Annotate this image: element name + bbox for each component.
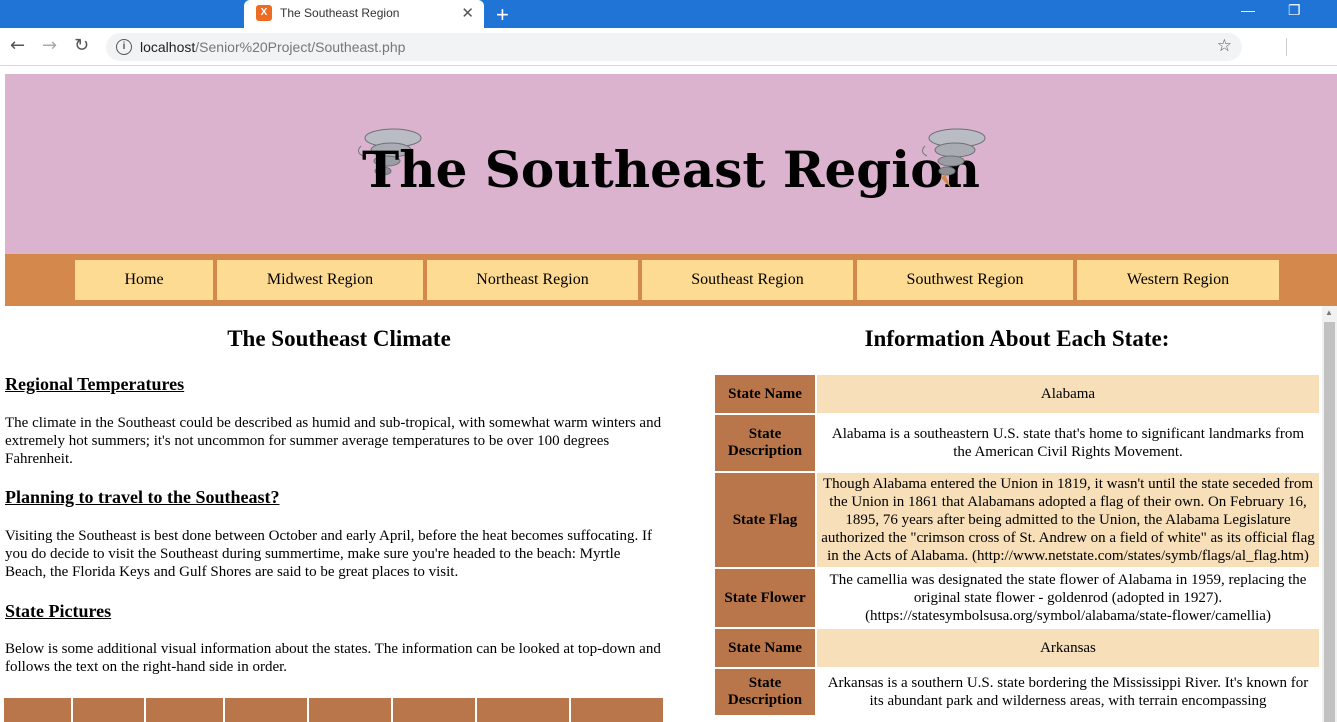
row-label: State Flower — [715, 569, 815, 627]
row-label: State Flag — [715, 473, 815, 567]
restore-window-icon[interactable]: ❐ — [1288, 2, 1301, 19]
row-value: Arkansas is a southern U.S. state border… — [817, 669, 1319, 715]
page-scrollbar[interactable]: ▲ — [1322, 306, 1337, 722]
scrollbar-thumb[interactable] — [1324, 322, 1335, 722]
section-title: Planning to travel to the Southeast? — [5, 487, 280, 507]
address-bar[interactable]: i localhost/Senior%20Project/Southeast.p… — [106, 33, 1242, 61]
row-value: Though Alabama entered the Union in 1819… — [817, 473, 1319, 567]
close-tab-icon[interactable]: ✕ — [461, 4, 474, 22]
region-nav: Home Midwest Region Northeast Region Sou… — [5, 254, 1337, 306]
page-viewport: The Southeast Region Home Midwest Region… — [0, 66, 1337, 722]
row-value: Arkansas — [817, 629, 1319, 667]
page-title: The Southeast Region — [362, 140, 980, 199]
table-row: State Description Arkansas is a southern… — [715, 669, 1319, 715]
scroll-up-arrow-icon[interactable]: ▲ — [1325, 308, 1333, 317]
section-text: Visiting the Southeast is best done betw… — [5, 528, 652, 580]
picture-header-cell: DE — [225, 698, 307, 722]
row-label: State Name — [715, 375, 815, 413]
climate-heading: The Southeast Climate — [227, 326, 451, 351]
toolbar-divider — [1286, 38, 1287, 56]
picture-header-cell: GA — [393, 698, 475, 722]
table-row: State Description Alabama is a southeast… — [715, 415, 1319, 471]
table-row: State Name Alabama — [715, 375, 1319, 413]
nav-southeast-region[interactable]: Southeast Region — [642, 260, 853, 300]
nav-western-region[interactable]: Western Region — [1077, 260, 1279, 300]
row-value: Alabama — [817, 375, 1319, 413]
bookmark-star-icon[interactable]: ☆ — [1217, 36, 1232, 56]
nav-northeast-region[interactable]: Northeast Region — [427, 260, 638, 300]
nav-midwest-region[interactable]: Midwest Region — [217, 260, 423, 300]
picture-header-cell: LA — [571, 698, 663, 722]
picture-header-cell — [4, 698, 71, 722]
url-text[interactable]: localhost/Senior%20Project/Southeast.php — [140, 39, 405, 55]
minimize-window-icon[interactable]: — — [1241, 2, 1255, 18]
row-label: State Description — [715, 669, 815, 715]
section-text: The climate in the Southeast could be de… — [5, 415, 662, 467]
row-value: The camellia was designated the state fl… — [817, 569, 1319, 627]
section-title: State Pictures — [5, 601, 112, 621]
row-value: Alabama is a southeastern U.S. state tha… — [817, 415, 1319, 471]
row-label: State Description — [715, 415, 815, 471]
section-title: Regional Temperatures — [5, 374, 185, 394]
browser-tab-strip: X The Southeast Region ✕ + — ❐ — [0, 0, 1337, 28]
state-info-table: State Name Alabama State Description Ala… — [713, 373, 1321, 717]
nav-southwest-region[interactable]: Southwest Region — [857, 260, 1073, 300]
browser-tab[interactable]: X The Southeast Region ✕ — [244, 0, 484, 28]
forward-arrow-icon[interactable]: → — [42, 35, 57, 56]
picture-header-cell: KY — [477, 698, 569, 722]
picture-header-cell: AL — [73, 698, 144, 722]
table-row: State Flower The camellia was designated… — [715, 569, 1319, 627]
tab-title: The Southeast Region — [280, 6, 400, 20]
picture-header-cell: AR — [146, 698, 223, 722]
nav-home[interactable]: Home — [75, 260, 213, 300]
reload-icon[interactable]: ↻ — [74, 35, 89, 56]
table-row: State Name Arkansas — [715, 629, 1319, 667]
back-arrow-icon[interactable]: ← — [10, 35, 25, 56]
state-pictures-table: AL AR DE FL GA KY LA — [2, 696, 665, 722]
table-row: State Flag Though Alabama entered the Un… — [715, 473, 1319, 567]
site-info-icon[interactable]: i — [116, 39, 132, 55]
xampp-favicon-icon: X — [256, 5, 272, 21]
row-label: State Name — [715, 629, 815, 667]
new-tab-button[interactable]: + — [496, 2, 509, 28]
picture-header-cell: FL — [309, 698, 391, 722]
section-text: Below is some additional visual informat… — [5, 641, 661, 675]
tornado-icon — [921, 128, 986, 188]
page-banner: The Southeast Region — [5, 74, 1337, 254]
address-toolbar: ← → ↻ i localhost/Senior%20Project/South… — [0, 28, 1337, 66]
state-info-heading: Information About Each State: — [864, 326, 1170, 351]
